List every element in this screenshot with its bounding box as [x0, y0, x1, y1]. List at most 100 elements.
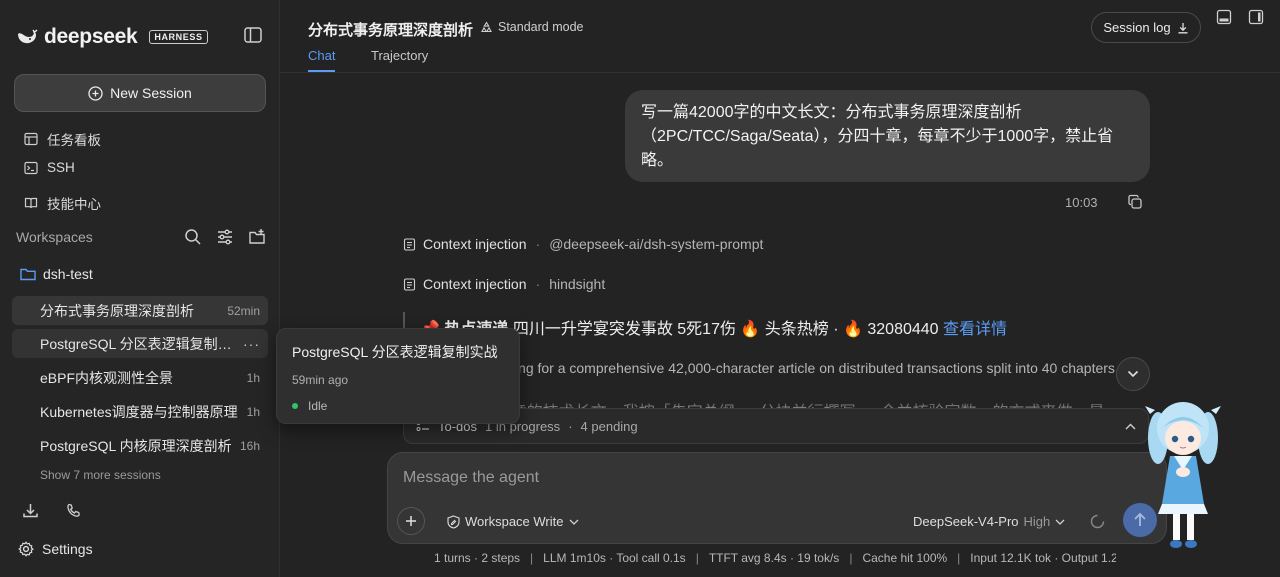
sidebar-toggle-icon[interactable]: [244, 27, 264, 45]
nav-task-board[interactable]: 任务看板: [24, 129, 101, 149]
mode-label: Standard mode: [498, 20, 584, 34]
nav-task-board-label: 任务看板: [47, 133, 101, 148]
show-more-sessions-link[interactable]: Show 7 more sessions: [40, 468, 161, 482]
chevron-down-icon: [1127, 370, 1139, 378]
whale-logo-icon: [18, 29, 38, 44]
context-source: @deepseek-ai/dsh-system-prompt: [549, 236, 764, 252]
page-title: 分布式事务原理深度剖析: [308, 22, 474, 39]
search-icon[interactable]: [184, 228, 202, 246]
bottom-panel-icon[interactable]: [1216, 9, 1232, 25]
chevron-down-icon: [1055, 519, 1065, 525]
session-time: 52min: [227, 303, 260, 318]
session-item[interactable]: 分布式事务原理深度剖析 52min: [12, 296, 268, 325]
document-icon: [403, 277, 416, 291]
status-divider: |: [695, 551, 699, 565]
status-cache: Cache hit 100%: [862, 551, 948, 565]
workspace-name: dsh-test: [43, 266, 93, 282]
session-tooltip: PostgreSQL 分区表逻辑复制实战 59min ago Idle: [276, 328, 520, 424]
mascot-character[interactable]: [1144, 396, 1222, 556]
filter-sliders-icon[interactable]: [216, 228, 234, 246]
status-ttft: TTFT avg 8.4s · 19 tok/s: [708, 551, 840, 565]
brand-badge: HARNESS: [149, 30, 208, 44]
plus-icon: [406, 516, 416, 526]
todos-pending: 4 pending: [580, 418, 638, 434]
status-dot: [292, 403, 298, 409]
nav-ssh-label: SSH: [47, 160, 75, 175]
chevron-down-icon: [569, 519, 578, 525]
session-log-button[interactable]: Session log: [1091, 12, 1201, 43]
nav-ssh[interactable]: SSH: [24, 160, 75, 175]
workspaces-header: Workspaces: [16, 228, 266, 246]
message-input[interactable]: [403, 467, 1103, 489]
separator-dot: ·: [535, 236, 541, 252]
scroll-to-bottom-button[interactable]: [1116, 357, 1150, 391]
message-composer: Workspace Write DeepSeek-V4-Pro High: [387, 452, 1167, 544]
status-turns: 1 turns · 2 steps: [434, 551, 521, 565]
tab-trajectory[interactable]: Trajectory: [371, 48, 428, 63]
tooltip-status: Idle: [292, 399, 504, 413]
nav-skill-center[interactable]: 技能中心: [24, 193, 101, 213]
user-message-bubble: 写一篇42000字的中文长文：分布式事务原理深度剖析（2PC/TCC/Saga/…: [625, 90, 1150, 182]
context-source: hindsight: [549, 276, 606, 292]
tooltip-status-label: Idle: [308, 399, 328, 413]
new-session-label: New Session: [110, 85, 192, 101]
session-log-label: Session log: [1103, 20, 1171, 35]
session-item[interactable]: Kubernetes调度器与控制器原理 1h: [12, 397, 268, 426]
terminal-icon: [24, 161, 38, 174]
status-bar: 1 turns · 2 steps | LLM 1m10s · Tool call …: [434, 551, 1116, 565]
session-title: eBPF内核观测性全景: [40, 369, 174, 386]
tooltip-time: 59min ago: [292, 373, 349, 387]
status-divider: |: [849, 551, 853, 565]
session-title: Kubernetes调度器与控制器原理: [40, 403, 238, 420]
context-injection-row[interactable]: Context injection · hindsight: [403, 276, 605, 292]
settings-label: Settings: [42, 541, 93, 557]
thinking-text: The user is asking for a comprehensive 4…: [420, 360, 1115, 376]
status-tokens: Input 12.1K tok · Output 1.2K tok: [970, 551, 1116, 565]
new-session-button[interactable]: New Session: [14, 74, 266, 112]
mode-indicator[interactable]: Standard mode: [480, 20, 583, 34]
right-panel-icon[interactable]: [1248, 9, 1264, 25]
folder-icon: [20, 268, 36, 281]
brand-name: deepseek: [44, 25, 138, 48]
view-details-link[interactable]: 查看详情: [943, 321, 1007, 338]
context-injection-row[interactable]: Context injection · @deepseek-ai/dsh-sys…: [403, 236, 763, 252]
gear-icon: [18, 541, 34, 557]
workspace-mode-label: Workspace Write: [465, 514, 564, 529]
phone-icon[interactable]: [65, 502, 82, 519]
workspace-folder[interactable]: dsh-test: [20, 266, 93, 282]
session-item[interactable]: PostgreSQL 内核原理深度剖析 16h: [12, 431, 268, 460]
session-title: PostgreSQL 分区表逻辑复制实战: [40, 335, 237, 352]
context-label: Context injection: [423, 276, 527, 292]
new-folder-icon[interactable]: [248, 228, 266, 246]
separator-dot: ·: [535, 276, 541, 292]
session-time: 1h: [246, 404, 260, 419]
status-llm: LLM 1m10s · Tool call 0.1s: [543, 551, 686, 565]
workspace-mode-select[interactable]: Workspace Write: [447, 514, 579, 529]
model-name: DeepSeek-V4-Pro: [913, 514, 1019, 529]
status-divider: |: [957, 551, 961, 565]
active-tab-underline: [308, 70, 335, 72]
document-icon: [403, 237, 416, 251]
session-title: PostgreSQL 内核原理深度剖析: [40, 437, 232, 454]
chevron-up-icon[interactable]: [1125, 423, 1136, 430]
main-header: 分布式事务原理深度剖析 Standard mode Chat Trajector…: [280, 0, 1280, 73]
loading-spinner-icon: [1090, 514, 1105, 529]
more-options-icon[interactable]: ···: [243, 336, 260, 352]
reasoning-level: High: [1023, 514, 1051, 529]
download-icon[interactable]: [22, 502, 39, 519]
nav-skill-center-label: 技能中心: [47, 197, 101, 212]
session-item[interactable]: PostgreSQL 分区表逻辑复制实战 ···: [12, 329, 268, 358]
session-item[interactable]: eBPF内核观测性全景 1h: [12, 363, 268, 392]
separator-dot: ·: [568, 418, 573, 434]
copy-icon[interactable]: [1127, 194, 1143, 210]
download-icon: [1178, 22, 1188, 33]
workspaces-title: Workspaces: [16, 229, 93, 245]
session-title: 分布式事务原理深度剖析: [40, 302, 194, 319]
hot-news-text: 四川一升学宴突发事故 5死17伤 🔥 头条热榜 · 🔥 32080440: [508, 321, 944, 338]
tab-chat[interactable]: Chat: [308, 48, 335, 63]
settings-button[interactable]: Settings: [18, 541, 93, 557]
brand-logo[interactable]: deepseek HARNESS: [16, 25, 208, 49]
board-icon: [24, 132, 38, 146]
model-select[interactable]: DeepSeek-V4-Pro High: [913, 514, 1065, 529]
add-attachment-button[interactable]: [397, 507, 425, 535]
